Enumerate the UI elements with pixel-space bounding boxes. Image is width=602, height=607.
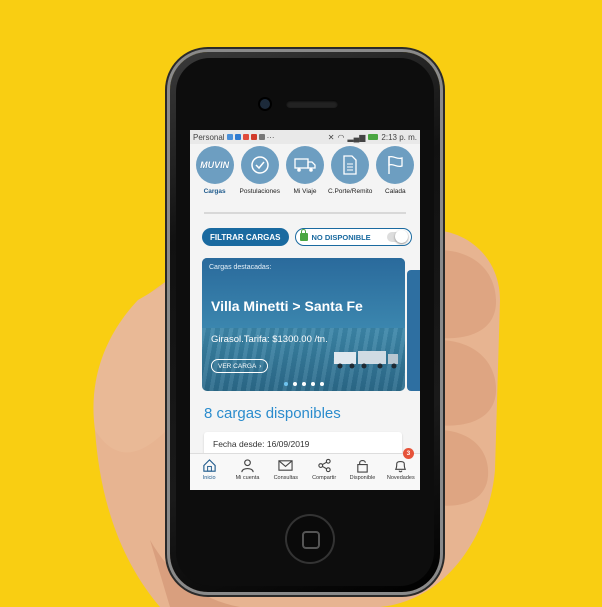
mute-icon: ✕ — [327, 132, 335, 142]
nav-divider — [204, 212, 406, 214]
lock-icon — [299, 229, 308, 241]
nav-label-postulaciones: Postulaciones — [239, 188, 281, 195]
carrier-label: Personal — [193, 132, 225, 142]
truck-icon — [285, 146, 324, 184]
check-circle-icon — [240, 146, 279, 184]
nav-label-cporte-remito: C.Porte/Remito — [327, 188, 373, 195]
nav-item-cargas[interactable]: MUVIN Cargas — [193, 146, 237, 210]
lock-icon — [357, 460, 368, 473]
signal-icon: ▂▄▆ — [347, 132, 366, 142]
carousel-dot[interactable] — [310, 382, 315, 386]
tab-mi-cuenta[interactable]: Mi cuenta — [228, 454, 266, 490]
view-load-label: VER CARGA — [218, 362, 257, 370]
more-icon: ··· — [266, 132, 275, 142]
carousel-dot[interactable] — [292, 382, 297, 386]
availability-toggle[interactable]: NO DISPONIBLE — [294, 228, 412, 246]
nav-item-cporte-remito[interactable]: C.Porte/Remito — [328, 146, 372, 210]
chevron-right-icon: › — [259, 362, 262, 370]
tab-label-disponible: Disponible — [349, 475, 376, 481]
loads-count: 8 cargas disponibles — [204, 405, 341, 422]
gmail-icon — [250, 134, 257, 140]
truck-image — [334, 351, 398, 369]
clock-label: 2:13 p. m. — [381, 132, 417, 142]
carousel-dot[interactable] — [283, 382, 288, 386]
tab-inicio[interactable]: Inicio — [190, 454, 228, 490]
status-bar: Personal ··· ✕ ◠ ▂▄▆ 2:13 p. m. — [190, 130, 420, 144]
banner-route: Villa Minetti > Santa Fe — [211, 298, 363, 314]
nav-label-cargas: Cargas — [203, 188, 226, 195]
notification-icon — [234, 134, 241, 140]
filter-loads-button[interactable]: FILTRAR CARGAS — [202, 228, 289, 246]
nav-item-calada[interactable]: Calada — [373, 146, 417, 210]
carousel-dot[interactable] — [319, 382, 324, 386]
home-button[interactable] — [287, 516, 333, 562]
muvin-logo-icon: MUVIN — [195, 146, 234, 184]
bottom-tab-bar: Inicio Mi cuenta Consultas Compartir Dis… — [190, 448, 420, 490]
user-icon — [241, 459, 254, 473]
tab-label-novedades: Novedades — [386, 475, 415, 481]
tab-consultas[interactable]: Consultas — [267, 454, 305, 490]
tab-compartir[interactable]: Compartir — [305, 454, 343, 490]
bell-icon — [395, 460, 407, 473]
notification-icon — [226, 134, 233, 140]
featured-load-banner[interactable]: Cargas destacadas: Villa Minetti > Santa… — [202, 258, 405, 391]
tab-label-inicio: Inicio — [202, 475, 216, 481]
envelope-icon — [278, 460, 293, 471]
earpiece-speaker — [286, 100, 338, 108]
front-camera-icon — [260, 99, 270, 109]
flag-icon — [376, 146, 415, 184]
document-icon — [331, 146, 370, 184]
notification-icon — [258, 134, 265, 140]
wifi-icon: ◠ — [337, 132, 345, 142]
carousel-dots — [202, 382, 405, 386]
battery-icon — [368, 134, 379, 140]
nav-label-calada: Calada — [385, 188, 406, 195]
next-slide-peek[interactable] — [407, 270, 420, 391]
banner-caption: Cargas destacadas: — [209, 264, 272, 271]
app-screen: Personal ··· ✕ ◠ ▂▄▆ 2:13 p. m. MUVIN Ca… — [190, 130, 420, 490]
top-nav: MUVIN Cargas Postulaciones Mi Viaje C.Po… — [190, 146, 420, 210]
availability-label: NO DISPONIBLE — [311, 232, 371, 242]
banner-detail: Girasol.Tarifa: $1300.00 /tn. — [211, 334, 328, 345]
tab-disponible[interactable]: Disponible — [343, 454, 381, 490]
notification-badge: 3 — [402, 448, 414, 459]
carousel-dot[interactable] — [301, 382, 306, 386]
tab-label-compartir: Compartir — [312, 475, 337, 481]
nav-item-mi-viaje[interactable]: Mi Viaje — [283, 146, 327, 210]
nav-item-postulaciones[interactable]: Postulaciones — [238, 146, 282, 210]
nav-label-mi-viaje: Mi Viaje — [293, 188, 317, 195]
share-icon — [317, 458, 331, 473]
filter-row: FILTRAR CARGAS NO DISPONIBLE — [202, 228, 412, 248]
logo-text: MUVIN — [200, 160, 230, 170]
view-load-button[interactable]: VER CARGA › — [211, 359, 269, 373]
home-icon — [202, 459, 216, 472]
availability-switch[interactable] — [387, 230, 408, 243]
tab-label-mi-cuenta: Mi cuenta — [235, 475, 260, 481]
load-card-date: Fecha desde: 16/09/2019 — [213, 439, 310, 449]
notification-icon — [242, 134, 249, 140]
tab-label-consultas: Consultas — [273, 475, 299, 481]
tab-novedades[interactable]: 3 Novedades — [382, 448, 420, 490]
